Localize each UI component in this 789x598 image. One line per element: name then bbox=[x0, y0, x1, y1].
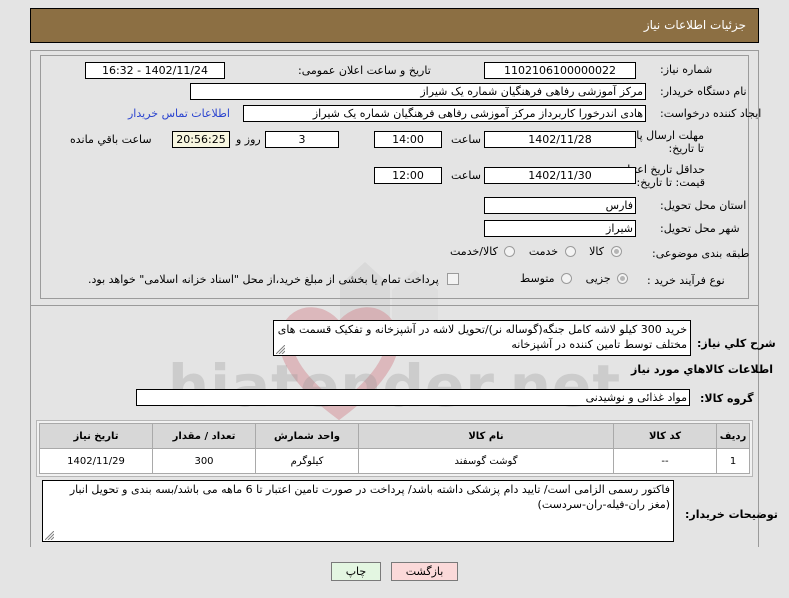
process-option-1[interactable]: متوسط bbox=[510, 271, 573, 285]
days-remaining-label: روز و bbox=[236, 133, 261, 146]
public-announce-label: تاریخ و ساعت اعلان عمومی: bbox=[298, 64, 431, 77]
need-number-value: 1102106100000022 bbox=[484, 62, 636, 79]
category-option-2-label: کالا/خدمت bbox=[450, 244, 498, 258]
goods-section-title: اطلاعات کالاهاي مورد نياز bbox=[631, 363, 773, 376]
deadline-hour-value: 14:00 bbox=[374, 131, 442, 148]
time-remaining-label: ساعت باقي مانده bbox=[70, 133, 152, 146]
goods-group-value: مواد غذائی و نوشیدنی bbox=[136, 389, 690, 406]
province-value: فارس bbox=[484, 197, 636, 214]
radio-kala-icon[interactable] bbox=[610, 245, 622, 257]
page-header-bar: جزئیات اطلاعات نیاز bbox=[30, 8, 759, 43]
summary-label: شرح کلي نياز: bbox=[697, 337, 776, 350]
deadline-hour-label: ساعت bbox=[451, 133, 481, 146]
goods-group-label: گروه کالا: bbox=[700, 392, 754, 405]
radio-kala-khedmat-icon[interactable] bbox=[504, 245, 516, 257]
table-header-row: ردیف کد کالا نام کالا واحد شمارش تعداد /… bbox=[39, 423, 750, 449]
process-option-0-label: جزیی bbox=[585, 271, 611, 285]
summary-textarea[interactable]: خرید 300 کیلو لاشه کامل جنگه(گوساله نر)/… bbox=[273, 320, 691, 356]
buyer-notes-label: توضیحات خریدار: bbox=[685, 508, 778, 521]
col-radif: ردیف bbox=[716, 423, 750, 449]
process-option-1-label: متوسط bbox=[520, 271, 555, 285]
col-code: کد کالا bbox=[613, 423, 717, 449]
buyer-contact-link[interactable]: اطلاعات تماس خریدار bbox=[128, 105, 230, 122]
city-label: شهر محل تحویل: bbox=[660, 222, 740, 235]
radio-jozei-icon[interactable] bbox=[617, 272, 629, 284]
province-label: استان محل تحویل: bbox=[660, 199, 747, 212]
page-title: جزئیات اطلاعات نیاز bbox=[643, 18, 746, 32]
cell-name: گوشت گوسفند bbox=[358, 448, 614, 474]
creator-value: هادی اندرخورا کاربرداز مرکز آموزشی رفاهی… bbox=[243, 105, 646, 122]
col-neeed-date: تاریخ نیاز bbox=[39, 423, 153, 449]
summary-text: خرید 300 کیلو لاشه کامل جنگه(گوساله نر)/… bbox=[277, 323, 687, 351]
divider-1 bbox=[31, 305, 758, 306]
city-value: شیراز bbox=[484, 220, 636, 237]
category-option-1-label: خدمت bbox=[528, 244, 559, 258]
action-button-bar: بازگشت چاپ bbox=[0, 562, 789, 581]
cell-code: -- bbox=[613, 448, 717, 474]
buyer-notes-text: فاکتور رسمی الزامی است/ تایید دام پزشکی … bbox=[69, 483, 670, 511]
radio-khedmat-icon[interactable] bbox=[564, 245, 576, 257]
page-root: hiatender.net جزئیات اطلاعات نیاز شماره … bbox=[0, 0, 789, 598]
category-radio-group: کالا خدمت کالا/خدمت bbox=[440, 244, 622, 258]
resize-grip-icon[interactable] bbox=[276, 345, 285, 354]
category-option-2[interactable]: کالا/خدمت bbox=[440, 244, 516, 258]
public-announce-value: 1402/11/24 - 16:32 bbox=[85, 62, 225, 79]
deadline-date-value: 1402/11/28 bbox=[484, 131, 636, 148]
print-button[interactable]: چاپ bbox=[330, 562, 382, 581]
buyer-org-value: مرکز آموزشی رفاهی فرهنگیان شماره یک شیرا… bbox=[190, 83, 646, 100]
cell-radif: 1 bbox=[716, 448, 750, 474]
col-unit: واحد شمارش bbox=[255, 423, 359, 449]
process-label: نوع فرآیند خرید : bbox=[647, 274, 725, 287]
cell-qty: 300 bbox=[152, 448, 256, 474]
items-table: ردیف کد کالا نام کالا واحد شمارش تعداد /… bbox=[39, 423, 750, 474]
category-option-0[interactable]: کالا bbox=[576, 244, 622, 258]
price-validity-date-value: 1402/11/30 bbox=[484, 167, 636, 184]
process-option-0[interactable]: جزیی bbox=[572, 271, 629, 285]
creator-label: ایجاد کننده درخواست: bbox=[660, 107, 762, 120]
col-name: نام کالا bbox=[358, 423, 614, 449]
treasury-checkbox-label: پرداخت تمام یا بخشی از مبلغ خرید،از محل … bbox=[88, 272, 439, 286]
category-option-1[interactable]: خدمت bbox=[515, 244, 576, 258]
treasury-checkbox-icon[interactable] bbox=[447, 273, 460, 285]
treasury-checkbox-row[interactable]: پرداخت تمام یا بخشی از مبلغ خرید،از محل … bbox=[88, 272, 460, 286]
col-qty: تعداد / مقدار bbox=[152, 423, 256, 449]
time-remaining-value: 20:56:25 bbox=[172, 131, 230, 148]
cell-need-date: 1402/11/29 bbox=[39, 448, 153, 474]
category-option-0-label: کالا bbox=[589, 244, 604, 258]
price-validity-hour-value: 12:00 bbox=[374, 167, 442, 184]
resize-grip-icon-2[interactable] bbox=[45, 531, 54, 540]
days-remaining-value: 3 bbox=[265, 131, 339, 148]
process-radio-group: جزیی متوسط bbox=[510, 271, 629, 285]
table-row: 1 -- گوشت گوسفند کیلوگرم 300 1402/11/29 bbox=[39, 448, 750, 474]
buyer-org-label: نام دستگاه خریدار: bbox=[660, 85, 747, 98]
category-label: طبقه بندی موضوعی: bbox=[652, 247, 750, 260]
buyer-notes-textarea[interactable]: فاکتور رسمی الزامی است/ تایید دام پزشکی … bbox=[42, 480, 674, 542]
items-table-container: ردیف کد کالا نام کالا واحد شمارش تعداد /… bbox=[36, 420, 753, 477]
price-validity-hour-label: ساعت bbox=[451, 169, 481, 182]
radio-motavaset-icon[interactable] bbox=[561, 272, 573, 284]
cell-unit: کیلوگرم bbox=[255, 448, 359, 474]
back-button[interactable]: بازگشت bbox=[390, 562, 459, 581]
